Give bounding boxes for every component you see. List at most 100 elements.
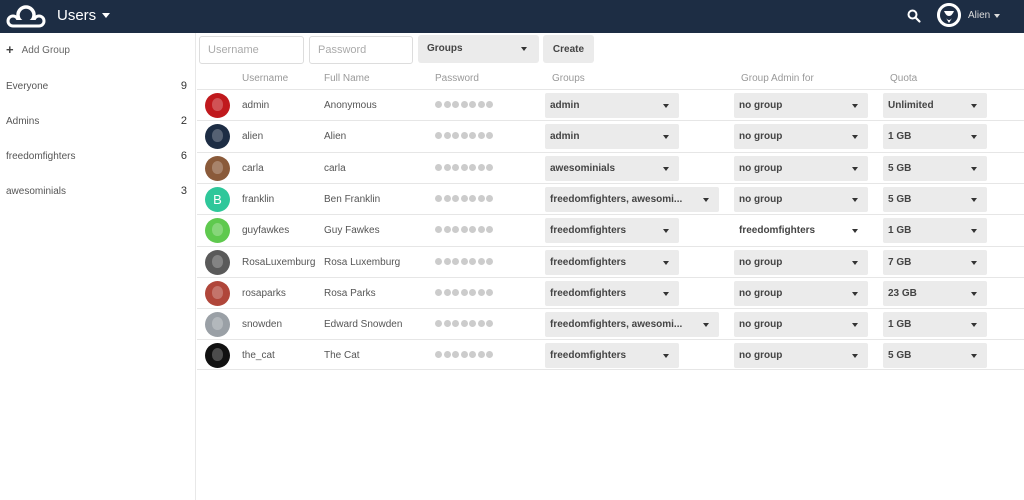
chevron-down-icon [971, 229, 977, 234]
search-icon[interactable] [906, 8, 922, 24]
quota-select-value: 7 GB [888, 256, 912, 268]
table-row[interactable]: the_cat The Cat freedomfighters no group 5 G… [197, 339, 1024, 371]
full-name-cell[interactable]: Edward Snowden [324, 319, 402, 330]
full-name-cell[interactable]: Guy Fawkes [324, 225, 380, 236]
groups-select[interactable]: admin [545, 93, 679, 118]
groups-select-value: admin [550, 131, 580, 143]
group-admin-select[interactable]: no group [734, 124, 868, 150]
quota-select[interactable]: 5 GB [883, 343, 987, 369]
sidebar-group-freedomfighters[interactable]: freedomfighters 6 [0, 148, 196, 168]
full-name-cell[interactable]: Anonymous [324, 100, 377, 111]
cloud-logo-icon[interactable] [5, 4, 47, 30]
group-admin-select[interactable]: freedomfighters [734, 218, 868, 243]
avatar [205, 124, 230, 150]
password-field[interactable] [435, 288, 495, 296]
user-name: Alien [968, 10, 991, 21]
password-field[interactable] [435, 163, 495, 171]
password-field[interactable] [435, 351, 495, 359]
chevron-down-icon [663, 291, 669, 296]
groups-select[interactable]: freedomfighters, awesomi... [545, 312, 719, 338]
quota-select[interactable]: 5 GB [883, 155, 987, 181]
new-username-input[interactable] [199, 36, 304, 64]
full-name-cell[interactable]: Rosa Luxemburg [324, 257, 400, 268]
table-row[interactable]: RosaLuxemburg Rosa Luxemburg freedomfighte… [197, 245, 1024, 277]
group-count: 9 [180, 80, 187, 92]
app-menu-toggle[interactable]: Users [57, 7, 111, 24]
group-admin-select[interactable]: no group [734, 280, 868, 306]
group-admin-select-value: freedomfighters [739, 225, 816, 237]
chevron-down-icon [852, 354, 858, 359]
password-field[interactable] [435, 257, 495, 265]
user-avatar[interactable] [937, 3, 961, 27]
quota-select-value: 1 GB [888, 131, 912, 143]
group-admin-select-value: no group [739, 131, 783, 143]
groups-select[interactable]: admin [545, 124, 679, 150]
create-user-button[interactable]: Create [543, 35, 594, 63]
groups-select-value: awesominials [550, 162, 616, 174]
quota-select-value: 5 GB [888, 193, 912, 205]
quota-select[interactable]: 1 GB [883, 218, 987, 244]
avatar [205, 280, 230, 306]
table-row[interactable]: snowden Edward Snowden freedomfighters, aw… [197, 308, 1024, 339]
full-name-cell[interactable]: carla [324, 163, 346, 174]
groups-select-value: freedomfighters [550, 350, 627, 362]
group-admin-select[interactable]: no group [734, 343, 868, 369]
groups-select-label: Groups [427, 43, 463, 54]
group-name: freedomfighters [6, 151, 76, 162]
sidebar-group-awesominials[interactable]: awesominials 3 [0, 183, 196, 203]
group-admin-select[interactable]: no group [734, 93, 868, 118]
full-name-cell[interactable]: Ben Franklin [324, 194, 380, 205]
new-password-input[interactable] [309, 36, 413, 64]
group-admin-select-value: no group [739, 319, 783, 331]
chevron-down-icon [971, 260, 977, 265]
table-row[interactable]: carla carla awesominials no group 5 GB [197, 151, 1024, 183]
quota-select[interactable]: 1 GB [883, 312, 987, 338]
groups-select[interactable]: freedomfighters [545, 343, 679, 369]
group-admin-select[interactable]: no group [734, 186, 868, 212]
quota-select[interactable]: Unlimited [883, 93, 987, 118]
quota-select[interactable]: 1 GB [883, 124, 987, 150]
column-header-full-name[interactable]: Full Name [324, 73, 370, 84]
quota-select[interactable]: 7 GB [883, 249, 987, 275]
chevron-down-icon [852, 166, 858, 171]
full-name-cell[interactable]: Alien [324, 131, 346, 142]
table-row[interactable]: alien Alien admin no group 1 GB [197, 120, 1024, 151]
sidebar-group-admins[interactable]: Admins 2 [0, 113, 196, 133]
password-field[interactable] [435, 101, 495, 108]
group-name: Admins [6, 116, 40, 127]
group-admin-select[interactable]: no group [734, 249, 868, 275]
groups-select[interactable]: freedomfighters [545, 280, 679, 306]
password-field[interactable] [435, 320, 495, 328]
quota-select[interactable]: 5 GB [883, 186, 987, 212]
chevron-down-icon [994, 13, 1001, 18]
group-admin-select[interactable]: no group [734, 312, 868, 338]
table-row[interactable]: Bfranklin Ben Franklin freedomfighters, aw… [197, 182, 1024, 214]
chevron-down-icon [852, 104, 858, 108]
table-row[interactable]: guyfawkes Guy Fawkes freedomfighters freedo… [197, 214, 1024, 245]
chevron-down-icon [663, 135, 669, 140]
add-group-button[interactable]: + Add Group [6, 43, 70, 57]
user-menu-toggle[interactable]: Alien [968, 10, 1001, 21]
full-name-cell[interactable]: Rosa Parks [324, 288, 376, 299]
username-cell: admin [242, 100, 270, 111]
table-row[interactable]: admin Anonymous admin no group Unlimited [197, 89, 1024, 120]
quota-select[interactable]: 23 GB [883, 280, 987, 306]
groups-select[interactable]: freedomfighters [545, 218, 679, 244]
group-admin-select[interactable]: no group [734, 155, 868, 181]
table-row[interactable]: rosaparks Rosa Parks freedomfighters no gro… [197, 276, 1024, 308]
password-field[interactable] [435, 132, 495, 140]
new-user-groups-select[interactable]: Groups [418, 35, 539, 63]
sidebar-group-everyone[interactable]: Everyone 9 [0, 78, 196, 98]
column-header-username[interactable]: Username [242, 73, 288, 84]
password-field[interactable] [435, 194, 495, 202]
full-name-cell[interactable]: The Cat [324, 350, 360, 361]
password-field[interactable] [435, 226, 495, 234]
chevron-down-icon [852, 291, 858, 296]
chevron-down-icon [663, 166, 669, 171]
groups-select[interactable]: freedomfighters [545, 249, 679, 275]
groups-select[interactable]: awesominials [545, 155, 679, 181]
chevron-down-icon [703, 197, 709, 202]
chevron-down-icon [521, 47, 527, 51]
avatar [205, 155, 230, 181]
groups-select[interactable]: freedomfighters, awesomi... [545, 186, 719, 212]
